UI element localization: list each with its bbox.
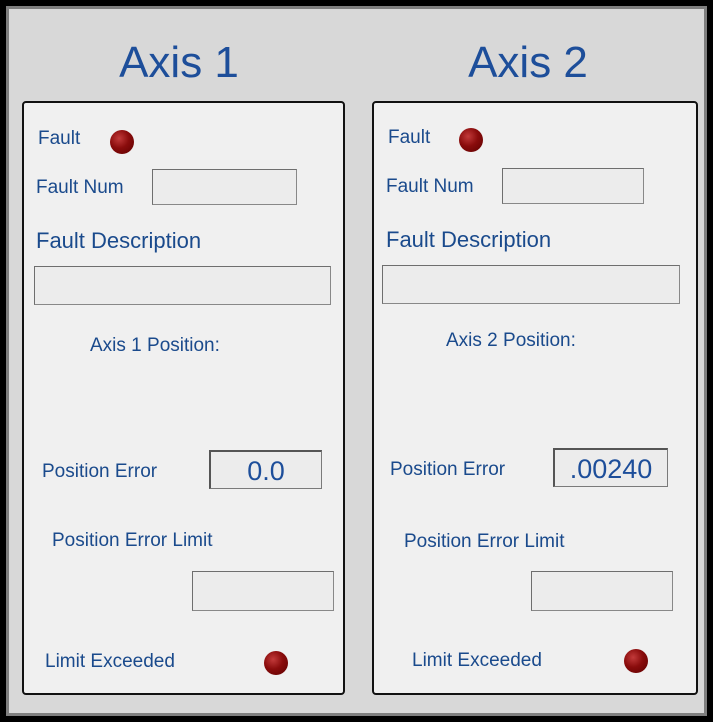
axis1-position-error-value: 0.0: [247, 456, 285, 486]
axis2-title: Axis 2: [468, 38, 588, 87]
axis2-fault-label: Fault: [388, 127, 431, 148]
axis2-position-error-field[interactable]: .00240: [553, 448, 668, 487]
axis2-fault-indicator-icon: [459, 128, 483, 152]
axis2-panel: Fault Fault Num Fault Description Axis 2…: [372, 101, 698, 695]
axis1-fault-num-label: Fault Num: [36, 177, 124, 198]
axis1-limit-exceeded-indicator-icon: [264, 651, 288, 675]
axis1-position-error-limit-label: Position Error Limit: [52, 530, 213, 551]
axis2-limit-exceeded-indicator-icon: [624, 649, 648, 673]
hmi-window-frame: Axis 1 Fault Fault Num Fault Description…: [0, 0, 713, 722]
axis2-limit-exceeded-label: Limit Exceeded: [412, 650, 542, 671]
axis1-fault-description-label: Fault Description: [36, 228, 202, 253]
axis2-fault-num-field[interactable]: [502, 168, 644, 204]
hmi-screen: Axis 1 Fault Fault Num Fault Description…: [6, 6, 707, 716]
axis1-limit-exceeded-label: Limit Exceeded: [45, 651, 175, 672]
axis1-fault-description-field[interactable]: [34, 266, 331, 305]
axis1-fault-label: Fault: [38, 128, 81, 149]
axis2-position-error-limit-label: Position Error Limit: [404, 531, 565, 552]
axis2-fault-num-label: Fault Num: [386, 176, 474, 197]
axis1-position-error-label: Position Error: [42, 461, 158, 482]
axis1-fault-indicator-icon: [110, 130, 134, 154]
axis1-position-label: Axis 1 Position:: [90, 335, 220, 356]
axis1-panel: Fault Fault Num Fault Description Axis 1…: [22, 101, 345, 695]
axis1-title: Axis 1: [119, 38, 239, 87]
axis2-position-error-value: .00240: [569, 454, 653, 484]
axis2-fault-description-label: Fault Description: [386, 227, 552, 252]
axis2-position-error-label: Position Error: [390, 459, 506, 480]
axis1-fault-num-field[interactable]: [152, 169, 297, 205]
axis2-position-error-limit-field[interactable]: [531, 571, 673, 611]
axis1-position-error-field[interactable]: 0.0: [209, 450, 322, 489]
axis1-position-error-limit-field[interactable]: [192, 571, 334, 611]
axis2-position-label: Axis 2 Position:: [446, 330, 576, 351]
axis2-fault-description-field[interactable]: [382, 265, 680, 304]
